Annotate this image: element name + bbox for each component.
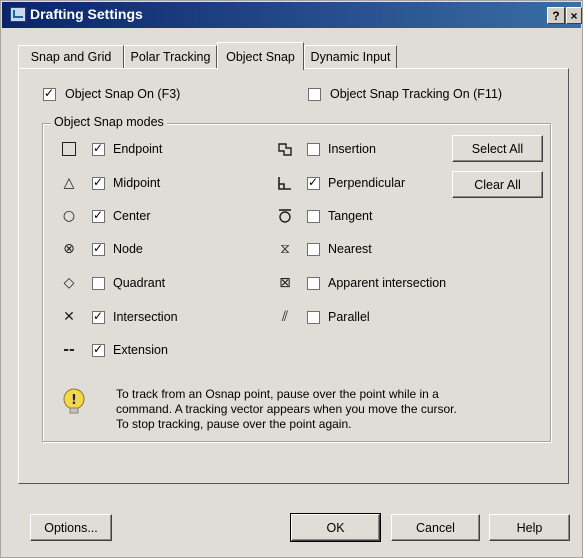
app-icon xyxy=(10,7,26,22)
endpoint-label[interactable]: Endpoint xyxy=(113,142,162,156)
ok-button[interactable]: OK xyxy=(290,513,381,542)
insertion-label[interactable]: Insertion xyxy=(328,142,376,156)
parallel-label[interactable]: Parallel xyxy=(328,310,370,324)
midpoint-label[interactable]: Midpoint xyxy=(113,176,160,190)
intersection-marker-icon: ✕ xyxy=(63,309,75,325)
select-all-button[interactable]: Select All xyxy=(452,135,543,162)
nearest-marker-icon: ⧖ xyxy=(280,241,290,257)
nearest-checkbox[interactable] xyxy=(307,243,320,256)
drafting-settings-dialog: Drafting Settings ? × Snap and Grid Pola… xyxy=(0,0,583,558)
quadrant-checkbox[interactable] xyxy=(92,277,105,290)
lightbulb-info-icon: ! xyxy=(63,388,85,414)
tab-snap-and-grid[interactable]: Snap and Grid xyxy=(18,45,124,68)
tangent-marker-icon xyxy=(279,209,291,223)
help-title-button[interactable]: ? xyxy=(547,7,565,24)
apparent-intersection-label[interactable]: Apparent intersection xyxy=(328,276,446,290)
info-text-line-1: To track from an Osnap point, pause over… xyxy=(116,387,439,401)
tangent-label[interactable]: Tangent xyxy=(328,209,372,223)
center-checkbox[interactable] xyxy=(92,208,105,223)
object-snap-tracking-checkbox[interactable] xyxy=(308,88,321,101)
node-marker-icon: ⊗ xyxy=(63,241,75,257)
extension-label[interactable]: Extension xyxy=(113,343,168,357)
perpendicular-label[interactable]: Perpendicular xyxy=(328,176,405,190)
clear-all-button[interactable]: Clear All xyxy=(452,171,543,198)
options-button[interactable]: Options... xyxy=(30,514,112,541)
insertion-marker-icon xyxy=(278,143,292,156)
cancel-button[interactable]: Cancel xyxy=(391,514,480,541)
intersection-label[interactable]: Intersection xyxy=(113,310,178,324)
tab-object-snap[interactable]: Object Snap xyxy=(217,42,304,70)
perpendicular-checkbox[interactable] xyxy=(307,175,320,190)
extension-checkbox[interactable] xyxy=(92,342,105,357)
center-marker-icon: ○ xyxy=(62,208,76,224)
title-bar[interactable]: Drafting Settings ? × xyxy=(2,2,582,28)
info-text-line-3: To stop tracking, pause over the point a… xyxy=(116,417,352,431)
node-label[interactable]: Node xyxy=(113,242,143,256)
parallel-marker-icon: ⫽ xyxy=(281,309,289,325)
close-button[interactable]: × xyxy=(566,7,582,24)
parallel-checkbox[interactable] xyxy=(307,311,320,324)
object-snap-tracking-label[interactable]: Object Snap Tracking On (F11) xyxy=(330,87,502,101)
extension-marker-icon: -- xyxy=(63,342,75,358)
nearest-label[interactable]: Nearest xyxy=(328,242,372,256)
help-button[interactable]: Help xyxy=(489,514,570,541)
object-snap-on-checkbox[interactable] xyxy=(43,86,56,101)
apparent-intersection-checkbox[interactable] xyxy=(307,277,320,290)
apparent-intersection-marker-icon: ⊠ xyxy=(279,275,291,291)
window-title: Drafting Settings xyxy=(30,6,143,22)
quadrant-label[interactable]: Quadrant xyxy=(113,276,165,290)
tangent-checkbox[interactable] xyxy=(307,210,320,223)
center-label[interactable]: Center xyxy=(113,209,151,223)
object-snap-on-label[interactable]: Object Snap On (F3) xyxy=(65,87,180,101)
object-snap-modes-title: Object Snap modes xyxy=(51,115,167,129)
tab-dynamic-input[interactable]: Dynamic Input xyxy=(304,45,397,68)
info-text-line-2: command. A tracking vector appears when … xyxy=(116,402,457,416)
endpoint-checkbox[interactable] xyxy=(92,141,105,156)
midpoint-marker-icon: △ xyxy=(63,175,75,191)
quadrant-marker-icon: ◇ xyxy=(63,275,75,291)
endpoint-marker-icon xyxy=(62,142,76,156)
node-checkbox[interactable] xyxy=(92,241,105,256)
intersection-checkbox[interactable] xyxy=(92,309,105,324)
perpendicular-marker-icon xyxy=(278,177,291,190)
midpoint-checkbox[interactable] xyxy=(92,175,105,190)
svg-text:!: ! xyxy=(71,393,77,408)
tab-polar-tracking[interactable]: Polar Tracking xyxy=(124,45,217,68)
insertion-checkbox[interactable] xyxy=(307,143,320,156)
